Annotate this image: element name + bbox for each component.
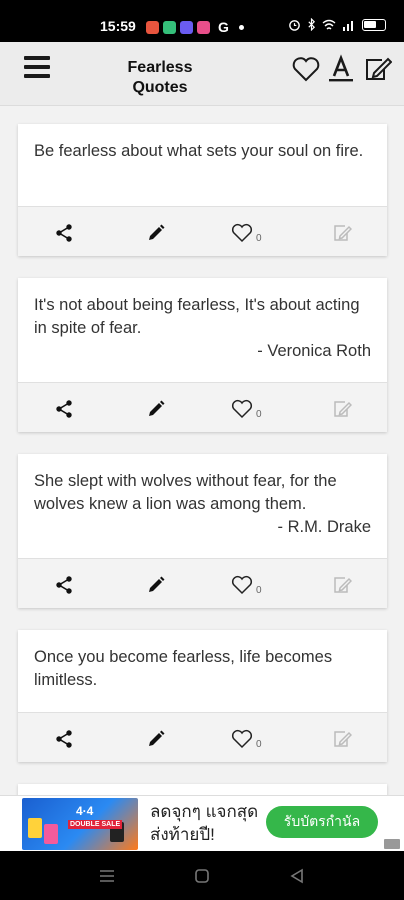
quote-actions: 0 [18, 558, 387, 608]
share-icon[interactable] [52, 397, 76, 421]
quote-card: It's not about being fearless, It's abou… [18, 278, 387, 432]
quote-actions: 0 [18, 206, 387, 256]
quote-actions: 0 [18, 382, 387, 432]
quote-body: She slept with wolves without fear, for … [18, 454, 387, 558]
ad-cta-button[interactable]: รับบัตรกำนัล [266, 806, 378, 838]
pencil-icon[interactable] [144, 397, 168, 421]
app-icon [180, 20, 193, 34]
like-count: 0 [256, 585, 262, 596]
back-icon[interactable] [288, 867, 306, 885]
quote-body: It's not about being fearless, It's abou… [18, 278, 387, 382]
notification-icon [146, 20, 159, 34]
status-notifications: G [146, 19, 244, 35]
quote-text: It's not about being fearless, It's abou… [34, 296, 360, 337]
quote-body: Be fearless about what sets your soul on… [18, 124, 387, 206]
heart-icon[interactable] [230, 727, 254, 751]
app-icon [197, 20, 210, 34]
quote-text: She slept with wolves without fear, for … [34, 472, 337, 513]
alarm-icon [289, 20, 300, 31]
like-count: 0 [256, 739, 262, 750]
like-count: 0 [256, 409, 262, 420]
ad-image-subtitle: DOUBLE SALE [68, 820, 123, 829]
status-time: 15:59 [100, 18, 136, 34]
ad-image-title: 4·4 [76, 804, 94, 818]
quote-card: Be fearless about what sets your soul on… [18, 124, 387, 256]
quote-actions: 0 [18, 712, 387, 762]
heart-icon[interactable] [230, 221, 254, 245]
share-icon[interactable] [52, 727, 76, 751]
font-icon[interactable] [326, 54, 356, 84]
home-icon[interactable] [193, 867, 211, 885]
battery-icon [362, 18, 386, 31]
pencil-icon[interactable] [144, 573, 168, 597]
ad-banner[interactable]: 4·4 DOUBLE SALE ลดจุกๆ แจกสุดส่งท้ายปี! … [0, 795, 404, 851]
bluetooth-icon [308, 18, 316, 31]
quote-body: Once you become fearless, life becomes l… [18, 630, 387, 712]
page-title: Fearless Quotes [127, 59, 193, 96]
quote-card: Once you become fearless, life becomes l… [18, 630, 387, 762]
shirt-icon [44, 824, 58, 844]
quote-text: Once you become fearless, life becomes l… [34, 648, 333, 689]
pencil-icon[interactable] [144, 221, 168, 245]
ad-choices-icon[interactable] [384, 839, 400, 849]
edit-quote-icon[interactable] [330, 573, 354, 597]
share-icon[interactable] [52, 221, 76, 245]
edit-quote-icon[interactable] [330, 727, 354, 751]
ad-image[interactable]: 4·4 DOUBLE SALE [22, 798, 138, 850]
heart-icon[interactable] [230, 573, 254, 597]
quote-author: - R.M. Drake [277, 518, 371, 536]
recents-icon[interactable] [98, 867, 116, 885]
pencil-icon[interactable] [144, 727, 168, 751]
status-bar: 15:59 G [0, 0, 404, 42]
favorites-heart-icon[interactable] [291, 54, 321, 84]
menu-icon[interactable] [24, 56, 50, 82]
quote-text: Be fearless about what sets your soul on… [34, 142, 364, 160]
ad-text[interactable]: ลดจุกๆ แจกสุดส่งท้ายปี! [150, 800, 260, 846]
app-bar: Fearless Quotes [0, 42, 404, 106]
heart-icon[interactable] [230, 397, 254, 421]
google-icon: G [218, 19, 229, 35]
dot-icon [238, 24, 244, 30]
quote-list: Be fearless about what sets your soul on… [18, 124, 387, 846]
quote-author: - Veronica Roth [257, 342, 371, 360]
status-system-icons [288, 18, 386, 31]
share-icon[interactable] [52, 573, 76, 597]
shirt-icon [28, 818, 42, 838]
system-nav-bar [0, 851, 404, 900]
edit-quote-icon[interactable] [330, 221, 354, 245]
app-icon [163, 20, 176, 34]
edit-icon[interactable] [362, 54, 392, 84]
edit-quote-icon[interactable] [330, 397, 354, 421]
signal-icon [343, 20, 353, 31]
wifi-icon [322, 19, 336, 30]
like-count: 0 [256, 233, 262, 244]
quote-card: She slept with wolves without fear, for … [18, 454, 387, 608]
